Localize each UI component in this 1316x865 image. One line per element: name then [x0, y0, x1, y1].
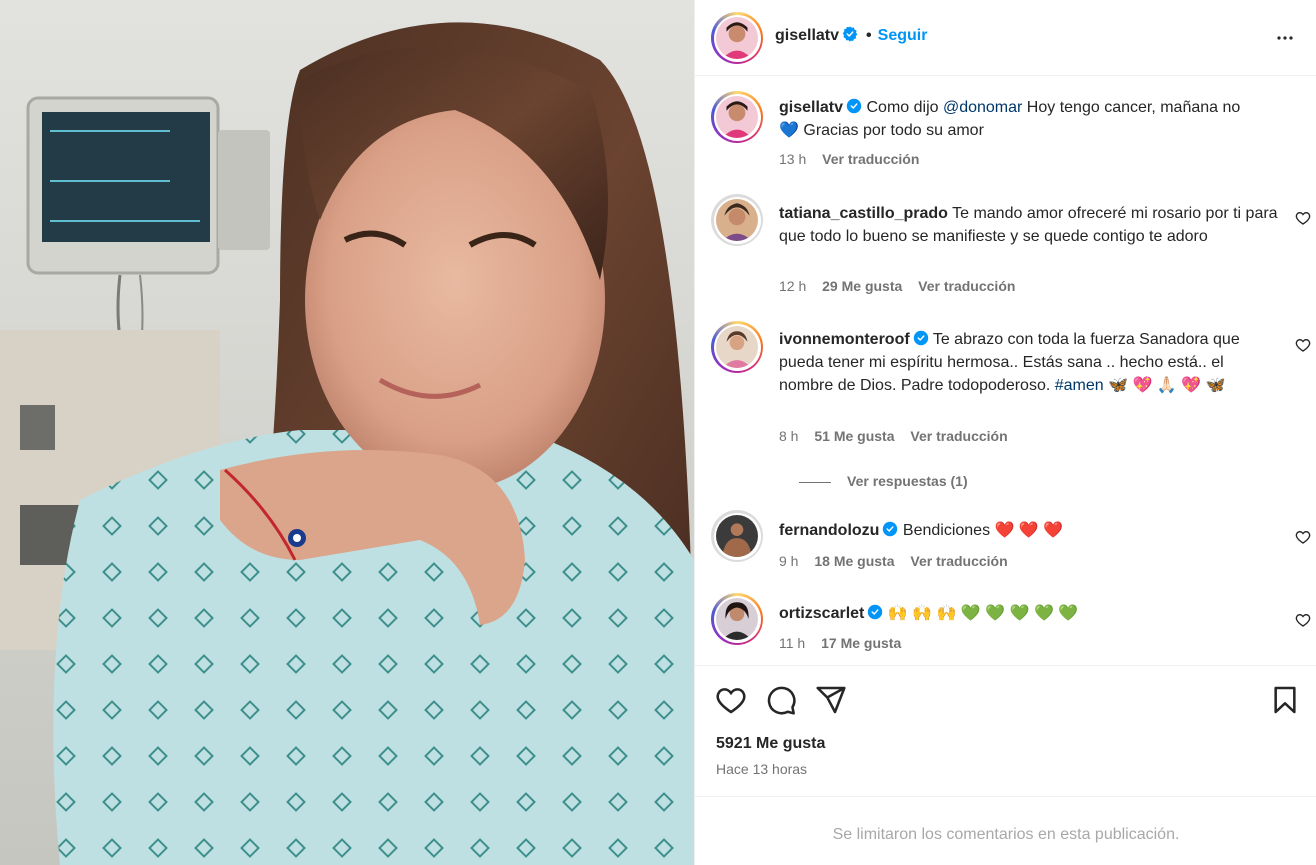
comment-likes[interactable]: 18 Me gusta — [814, 553, 894, 569]
comment-heart-icon[interactable] — [1295, 612, 1311, 628]
header-user-line: gisellatv • Seguir — [775, 26, 927, 45]
post-actions: 5921 Me gusta Hace 13 horas — [695, 665, 1316, 795]
comment-body: ivonnemonteroof Te abrazo con toda la fu… — [779, 328, 1279, 397]
caption-avatar[interactable] — [711, 91, 763, 143]
comment-item: fernandolozu Bendiciones ❤️ ❤️ ❤️ 9 h 18… — [711, 510, 1311, 580]
commenter-avatar[interactable] — [711, 593, 763, 645]
verified-badge-icon — [846, 98, 862, 114]
separator-dot: • — [866, 27, 872, 44]
caption-item: gisellatv Como dijo @donomar Hoy tengo c… — [711, 91, 1311, 181]
comment-likes[interactable]: 17 Me gusta — [821, 635, 901, 651]
commenter-avatar[interactable] — [711, 194, 763, 246]
verified-badge-icon — [883, 521, 898, 537]
bookmark-icon[interactable] — [1269, 684, 1301, 716]
comments-list[interactable]: gisellatv Como dijo @donomar Hoy tengo c… — [695, 77, 1316, 665]
post-timestamp[interactable]: Hace 13 horas — [716, 761, 807, 777]
verified-badge-icon — [913, 330, 928, 346]
comment-likes[interactable]: 29 Me gusta — [822, 278, 902, 294]
comment-item: tatiana_castillo_prado Te mando amor ofr… — [711, 194, 1311, 304]
caption-translate-link[interactable]: Ver traducción — [822, 151, 919, 167]
comment-body: ortizscarlet 🙌 🙌 🙌 💚 💚 💚 💚 💚 — [779, 602, 1279, 625]
caption-text-prefix: Como dijo — [866, 99, 943, 116]
comment-body: tatiana_castillo_prado Te mando amor ofr… — [779, 202, 1279, 248]
comment-heart-icon[interactable] — [1295, 529, 1311, 545]
post-like-count[interactable]: 5921 Me gusta — [716, 735, 825, 753]
comment-text: 🙌 🙌 🙌 💚 💚 💚 💚 💚 — [887, 605, 1079, 622]
heart-icon[interactable] — [715, 684, 747, 716]
comment-username[interactable]: ortizscarlet — [779, 605, 864, 622]
caption-username[interactable]: gisellatv — [779, 99, 843, 116]
paper-plane-icon[interactable] — [815, 684, 847, 716]
view-replies-button[interactable]: Ver respuestas (1) — [799, 473, 968, 489]
verified-badge-icon — [868, 604, 883, 620]
comment-meta: 12 h 29 Me gusta Ver traducción — [779, 278, 1027, 294]
view-replies-label: Ver respuestas (1) — [847, 473, 968, 489]
comment-time[interactable]: 12 h — [779, 278, 806, 294]
caption-text-suffix: Hoy tengo cancer, mañana no — [1022, 99, 1241, 116]
follow-button[interactable]: Seguir — [878, 27, 928, 44]
caption-body: gisellatv Como dijo @donomar Hoy tengo c… — [779, 96, 1279, 142]
comment-username[interactable]: fernandolozu — [779, 522, 879, 539]
comment-translate-link[interactable]: Ver traducción — [910, 553, 1007, 569]
comment-time[interactable]: 11 h — [779, 635, 805, 651]
commenter-avatar[interactable] — [711, 321, 763, 373]
comment-body: fernandolozu Bendiciones ❤️ ❤️ ❤️ — [779, 519, 1279, 542]
comment-meta: 11 h 17 Me gusta — [779, 635, 913, 651]
comment-meta: 8 h 51 Me gusta Ver traducción — [779, 428, 1020, 444]
comment-time[interactable]: 8 h — [779, 428, 798, 444]
verified-badge-icon — [842, 26, 858, 42]
caption-time[interactable]: 13 h — [779, 151, 806, 167]
comments-limited-notice: Se limitaron los comentarios en esta pub… — [695, 796, 1316, 865]
comment-translate-link[interactable]: Ver traducción — [918, 278, 1015, 294]
post-header: gisellatv • Seguir — [695, 0, 1316, 76]
replies-divider — [799, 481, 831, 483]
comment-translate-link[interactable]: Ver traducción — [910, 428, 1007, 444]
post-side-panel: gisellatv • Seguir gisellatv Como dijo @do… — [694, 0, 1316, 865]
comment-username[interactable]: tatiana_castillo_prado — [779, 205, 948, 222]
comment-heart-icon[interactable] — [1295, 210, 1311, 226]
comment-item: ortizscarlet 🙌 🙌 🙌 💚 💚 💚 💚 💚 11 h 17 Me … — [711, 593, 1311, 663]
comment-emoji: 🦋 💖 🙏🏻 💖 🦋 — [1103, 377, 1226, 394]
comment-text: Bendiciones ❤️ ❤️ ❤️ — [902, 522, 1064, 539]
post-image — [0, 0, 694, 865]
comment-username[interactable]: ivonnemonteroof — [779, 331, 910, 348]
comment-item: ivonnemonteroof Te abrazo con toda la fu… — [711, 321, 1311, 491]
caption-mention-link[interactable]: @donomar — [943, 99, 1022, 116]
comment-bubble-icon[interactable] — [765, 684, 797, 716]
more-options-icon[interactable] — [1273, 26, 1297, 50]
author-avatar[interactable] — [711, 12, 763, 64]
post-photo[interactable] — [0, 0, 694, 865]
caption-meta: 13 h Ver traducción — [779, 151, 931, 167]
comment-heart-icon[interactable] — [1295, 337, 1311, 353]
commenter-avatar[interactable] — [711, 510, 763, 562]
comment-time[interactable]: 9 h — [779, 553, 798, 569]
comment-likes[interactable]: 51 Me gusta — [814, 428, 894, 444]
comment-meta: 9 h 18 Me gusta Ver traducción — [779, 553, 1020, 569]
comment-hashtag-link[interactable]: #amen — [1055, 377, 1104, 394]
author-username[interactable]: gisellatv — [775, 27, 839, 44]
caption-text-line2: 💙 Gracias por todo su amor — [779, 122, 984, 139]
